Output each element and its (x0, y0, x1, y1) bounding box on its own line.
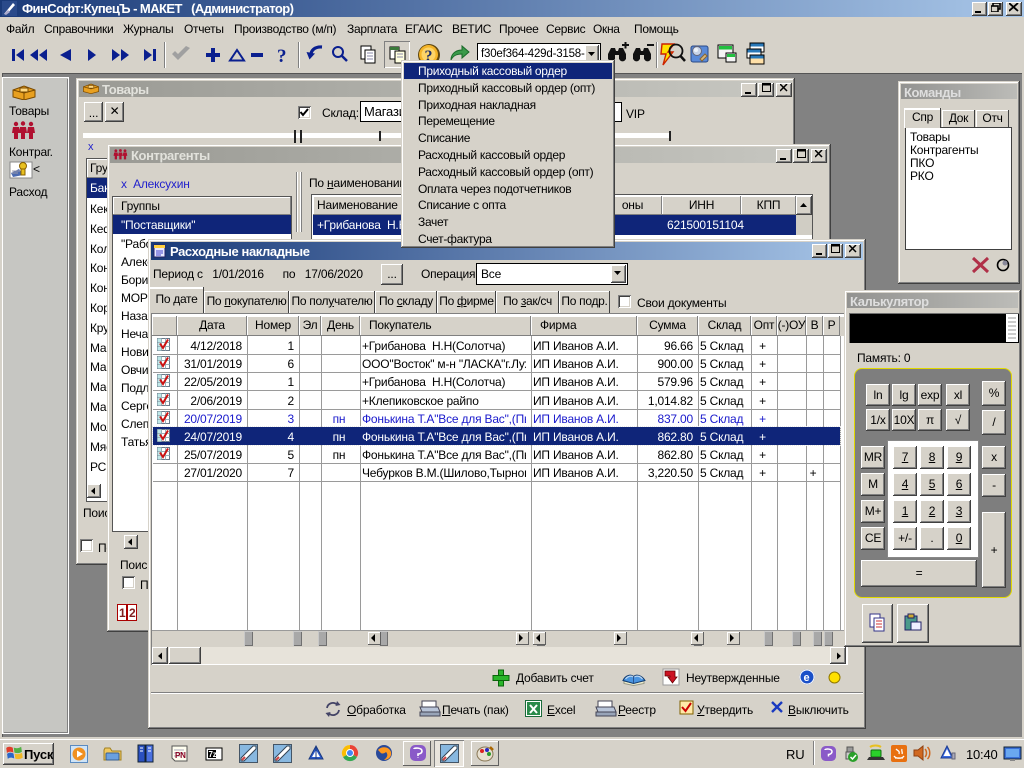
svg-text:1: 1 (119, 606, 126, 620)
svg-text:PN: PN (175, 751, 186, 760)
svg-text:2: 2 (129, 606, 136, 620)
svg-text:7z: 7z (209, 750, 217, 759)
svg-text:e: e (804, 672, 810, 684)
svg-text:?: ? (277, 46, 286, 66)
